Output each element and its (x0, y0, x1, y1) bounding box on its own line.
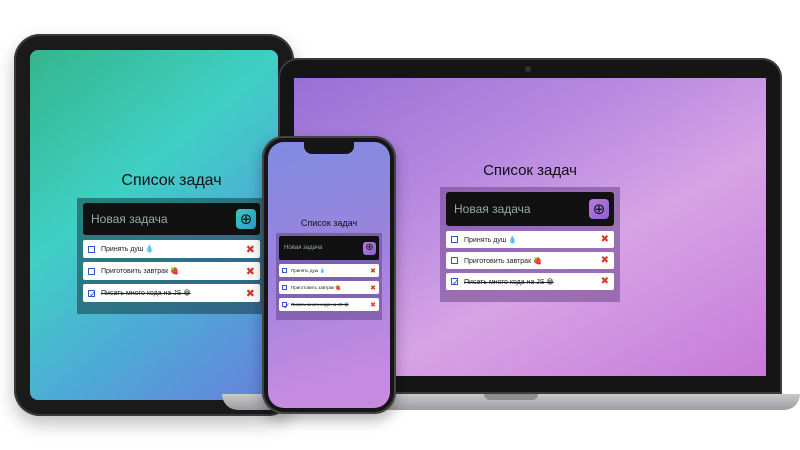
task-text: Принять душ 💧 (291, 267, 326, 273)
app-title: Список задач (121, 172, 222, 189)
task-text: Принять душ 💧 (101, 246, 155, 253)
input-placeholder: Новая задача (91, 212, 168, 226)
task-text: Приготовить завтрак 🍓 (101, 268, 179, 275)
tablet-device: Список задач Новая задача ⊕ Принять душ … (14, 34, 294, 416)
plus-icon: ⊕ (592, 200, 606, 218)
delete-icon[interactable]: ✖ (601, 276, 609, 287)
check-mark-icon[interactable]: ✓ (451, 278, 460, 287)
app-title: Список задач (300, 218, 358, 228)
new-task-input[interactable]: Новая задача ⊕ (279, 236, 379, 260)
add-task-button[interactable]: ⊕ (236, 209, 256, 229)
input-placeholder: Новая задача (284, 245, 323, 251)
phone-screen: Список задач Новая задача ⊕ Принять душ … (268, 142, 390, 408)
task-text: Приготовить завтрак 🍓 (464, 257, 542, 265)
camera-icon (525, 66, 531, 72)
delete-icon[interactable]: ✖ (370, 301, 376, 309)
todo-card: Новая задача ⊕ Принять душ 💧 ✖ Приготови… (276, 233, 382, 320)
task-text: Приготовить завтрак 🍓 (291, 284, 342, 290)
checkbox[interactable] (88, 245, 95, 253)
task-item[interactable]: Принять душ 💧 ✖ (279, 264, 379, 277)
task-text: Писать много кода на JS 😁 (464, 278, 554, 286)
delete-icon[interactable]: ✖ (601, 255, 609, 266)
checkbox[interactable] (88, 267, 95, 275)
delete-icon[interactable]: ✖ (246, 287, 255, 300)
laptop-notch (484, 394, 538, 400)
delete-icon[interactable]: ✖ (246, 243, 255, 256)
delete-icon[interactable]: ✖ (370, 267, 376, 275)
task-text: Принять душ 💧 (464, 236, 518, 244)
task-item[interactable]: ✓ Писать много кода на JS 😁 ✖ (279, 298, 379, 311)
delete-icon[interactable]: ✖ (246, 265, 255, 278)
tablet-screen: Список задач Новая задача ⊕ Принять душ … (30, 50, 278, 400)
todo-app: Список задач Новая задача ⊕ Принять душ … (77, 172, 266, 314)
plus-icon: ⊕ (365, 242, 374, 253)
checkbox[interactable] (282, 285, 287, 290)
add-task-button[interactable]: ⊕ (589, 199, 609, 219)
checkbox[interactable] (451, 257, 458, 264)
todo-app: Список задач Новая задача ⊕ Принять душ … (276, 218, 382, 320)
task-item[interactable]: Приготовить завтрак 🍓 ✖ (279, 281, 379, 294)
todo-app: Список задач Новая задача ⊕ Принять душ … (440, 162, 620, 302)
task-item[interactable]: Приготовить завтрак 🍓 ✖ (83, 262, 260, 280)
delete-icon[interactable]: ✖ (370, 284, 376, 292)
task-item[interactable]: ✓ Писать много кода на JS 😁 ✖ (446, 273, 614, 290)
phone-device: Список задач Новая задача ⊕ Принять душ … (262, 136, 396, 414)
task-item[interactable]: ✓ Писать много кода на JS 😁 ✖ (83, 284, 260, 302)
checkbox[interactable] (451, 236, 458, 243)
checkbox[interactable] (282, 268, 287, 273)
add-task-button[interactable]: ⊕ (363, 241, 376, 255)
input-placeholder: Новая задача (454, 202, 531, 216)
todo-card: Новая задача ⊕ Принять душ 💧 ✖ Приготови… (440, 187, 620, 302)
plus-icon: ⊕ (239, 210, 253, 228)
new-task-input[interactable]: Новая задача ⊕ (446, 192, 614, 226)
todo-card: Новая задача ⊕ Принять душ 💧 ✖ Приготови… (77, 198, 266, 314)
app-title: Список задач (483, 162, 577, 179)
task-item[interactable]: Приготовить завтрак 🍓 ✖ (446, 252, 614, 269)
task-text: Писать много кода на JS 😁 (101, 290, 191, 297)
check-mark-icon[interactable]: ✓ (88, 289, 97, 298)
task-item[interactable]: Принять душ 💧 ✖ (83, 240, 260, 258)
check-mark-icon[interactable]: ✓ (282, 302, 291, 311)
new-task-input[interactable]: Новая задача ⊕ (83, 203, 260, 235)
phone-notch (304, 142, 354, 154)
task-item[interactable]: Принять душ 💧 ✖ (446, 231, 614, 248)
delete-icon[interactable]: ✖ (601, 234, 609, 245)
task-text: Писать много кода на JS 😁 (291, 301, 349, 307)
